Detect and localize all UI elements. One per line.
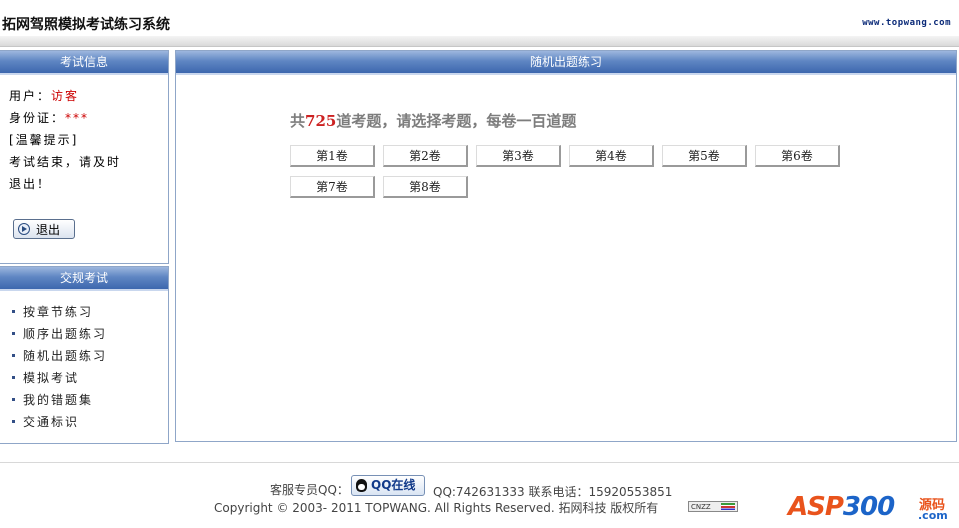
menu-item-chapter-practice[interactable]: 按章节练习 — [12, 301, 107, 323]
footer-divider — [0, 462, 959, 463]
menu-item-wrong-answers[interactable]: 我的错题集 — [12, 389, 107, 411]
main-heading-divider — [176, 73, 956, 75]
paper-button-4[interactable]: 第4卷 — [569, 145, 654, 167]
tip-line-1: 考试结束，请及时 — [9, 155, 122, 169]
random-practice-panel: 随机出题练习 共725道考题，请选择考题，每卷一百道题 第1卷 第2卷 第3卷 … — [175, 50, 957, 442]
copyright: Copyright © 2003- 2011 TOPWANG. All Righ… — [214, 501, 659, 515]
service-label: 客服专员QQ： — [270, 483, 349, 497]
paper-button-1[interactable]: 第1卷 — [290, 145, 375, 167]
exam-info-heading: 考试信息 — [0, 51, 168, 75]
exam-info-body: 用户：访客 身份证：*** [温馨提示] 考试结束，请及时 退出！ — [9, 85, 121, 195]
paper-button-8[interactable]: 第8卷 — [383, 176, 468, 198]
cnzz-counter-badge[interactable]: CNZZ — [688, 501, 738, 512]
asp300-watermark-logo: ASP300 源码 .com — [788, 478, 956, 526]
bullet-icon — [12, 332, 15, 335]
menu-item-label: 我的错题集 — [23, 393, 94, 407]
user-row: 用户：访客 — [9, 85, 121, 107]
menu-item-mock-exam[interactable]: 模拟考试 — [12, 367, 107, 389]
watermark-asp: ASP300 — [788, 492, 895, 522]
watermark-com: .com — [918, 509, 948, 522]
qq-online-button[interactable]: QQ在线 — [351, 475, 425, 496]
menu-item-sequential-practice[interactable]: 顺序出题练习 — [12, 323, 107, 345]
paper-button-2[interactable]: 第2卷 — [383, 145, 468, 167]
logout-label: 退出 — [36, 223, 61, 237]
question-count: 725 — [305, 112, 337, 130]
bullet-icon — [12, 420, 15, 423]
play-icon — [18, 223, 30, 235]
traffic-exam-panel: 交规考试 按章节练习 顺序出题练习 随机出题练习 模拟考试 我的错题集 交通标识 — [0, 266, 169, 444]
watermark-num: 300 — [842, 492, 895, 522]
id-label: 身份证： — [9, 111, 66, 125]
menu-item-traffic-signs[interactable]: 交通标识 — [12, 411, 107, 433]
user-label: 用户： — [9, 89, 52, 103]
logout-button[interactable]: 退出 — [13, 219, 75, 239]
menu-item-label: 交通标识 — [23, 415, 80, 429]
qq-online-label: QQ在线 — [371, 478, 416, 492]
menu-item-label: 模拟考试 — [23, 371, 80, 385]
cnzz-label: CNZZ — [691, 503, 711, 511]
intro-suffix: 道考题，请选择考题，每卷一百道题 — [336, 112, 577, 130]
header-divider — [0, 36, 959, 47]
tip-title: [温馨提示] — [9, 133, 79, 147]
paper-button-3[interactable]: 第3卷 — [476, 145, 561, 167]
bullet-icon — [12, 398, 15, 401]
site-url-link[interactable]: www.topwang.com — [862, 18, 951, 28]
watermark-asp-text: ASP — [788, 492, 844, 522]
user-value: 访客 — [51, 89, 80, 103]
menu-item-label: 随机出题练习 — [23, 349, 108, 363]
menu-item-label: 顺序出题练习 — [23, 327, 108, 341]
paper-button-6[interactable]: 第6卷 — [755, 145, 840, 167]
paper-button-5[interactable]: 第5卷 — [662, 145, 747, 167]
contact-info: QQ:742631333 联系电话：15920553851 — [433, 485, 673, 499]
id-value: *** — [65, 111, 90, 125]
bullet-icon — [12, 310, 15, 313]
counter-bars-icon — [721, 503, 735, 510]
traffic-exam-heading: 交规考试 — [0, 267, 168, 291]
main-heading: 随机出题练习 — [176, 51, 956, 73]
intro-prefix: 共 — [290, 112, 306, 130]
paper-button-7[interactable]: 第7卷 — [290, 176, 375, 198]
exam-info-panel: 考试信息 用户：访客 身份证：*** [温馨提示] 考试结束，请及时 退出！ 退… — [0, 50, 169, 264]
site-title: 拓网驾照模拟考试练习系统 — [2, 17, 170, 33]
menu-item-label: 按章节练习 — [23, 305, 94, 319]
site-header: 拓网驾照模拟考试练习系统 www.topwang.com — [0, 0, 959, 48]
qq-penguin-icon — [356, 479, 367, 492]
id-row: 身份证：*** — [9, 107, 121, 129]
traffic-exam-menu: 按章节练习 顺序出题练习 随机出题练习 模拟考试 我的错题集 交通标识 — [12, 301, 107, 433]
menu-item-random-practice[interactable]: 随机出题练习 — [12, 345, 107, 367]
tip-line-2: 退出！ — [9, 177, 52, 191]
bullet-icon — [12, 376, 15, 379]
bullet-icon — [12, 354, 15, 357]
question-count-info: 共725道考题，请选择考题，每卷一百道题 — [290, 110, 576, 131]
